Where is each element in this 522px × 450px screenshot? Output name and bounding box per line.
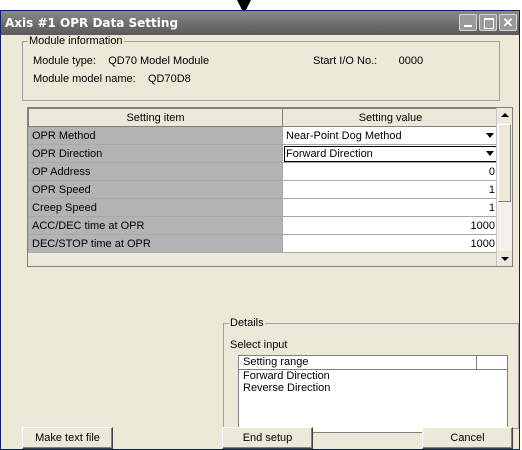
setting-value-input[interactable]: 1000 bbox=[282, 234, 499, 253]
close-icon: ✕ bbox=[502, 15, 514, 30]
minimize-icon bbox=[464, 25, 472, 27]
cancel-button[interactable]: Cancel bbox=[422, 427, 513, 449]
details-group: Details Select input Setting range Forwa… bbox=[223, 317, 519, 433]
setting-item-cell: OPR Speed bbox=[28, 180, 283, 199]
module-model-row: Module model name: QD70D8 bbox=[33, 73, 191, 85]
make-text-file-button[interactable]: Make text file bbox=[22, 427, 113, 449]
setting-value-dropdown[interactable]: Near-Point Dog Method bbox=[282, 126, 499, 145]
module-type-value: QD70 Model Module bbox=[108, 55, 210, 67]
scroll-up-button[interactable] bbox=[497, 108, 512, 123]
setting-value-text: Near-Point Dog Method bbox=[286, 129, 402, 142]
module-information-legend: Module information bbox=[29, 35, 123, 47]
select-input-label: Select input bbox=[230, 339, 288, 351]
details-legend: Details bbox=[230, 317, 264, 329]
start-io-value: 0000 bbox=[398, 55, 424, 67]
table-row[interactable]: OP Address 0 bbox=[28, 162, 499, 181]
scroll-down-button[interactable] bbox=[497, 251, 512, 266]
minimize-button[interactable] bbox=[459, 14, 477, 31]
title-bar: Axis #1 OPR Data Setting ✕ bbox=[1, 11, 519, 35]
table-row[interactable]: ACC/DEC time at OPR 1000 bbox=[28, 216, 499, 235]
table-row[interactable]: Creep Speed 1 bbox=[28, 198, 499, 217]
setting-value-text: Forward Direction bbox=[286, 147, 373, 160]
opr-data-setting-window: Axis #1 OPR Data Setting ✕ Module inform… bbox=[0, 10, 520, 450]
setting-item-header[interactable]: Setting item bbox=[28, 108, 283, 127]
setting-range-header: Setting range bbox=[239, 356, 507, 370]
close-button[interactable]: ✕ bbox=[499, 14, 517, 31]
list-item[interactable]: Reverse Direction bbox=[239, 382, 507, 394]
setting-item-cell: DEC/STOP time at OPR bbox=[28, 234, 283, 253]
table-row[interactable]: DEC/STOP time at OPR 1000 bbox=[28, 234, 499, 253]
setting-item-cell: OPR Direction bbox=[28, 144, 283, 163]
list-item[interactable]: Forward Direction bbox=[239, 370, 507, 382]
setting-item-cell: ACC/DEC time at OPR bbox=[28, 216, 283, 235]
setting-value-input[interactable]: 1 bbox=[282, 180, 499, 199]
chevron-down-icon[interactable] bbox=[486, 151, 494, 156]
module-information-group: Module information Module type: QD70 Mod… bbox=[22, 35, 500, 101]
table-row[interactable]: OPR Direction Forward Direction bbox=[28, 144, 499, 163]
setting-value-input[interactable]: 1 bbox=[282, 198, 499, 217]
setting-item-cell: Creep Speed bbox=[28, 198, 283, 217]
setting-value-dropdown[interactable]: Forward Direction bbox=[282, 144, 499, 163]
module-model-label: Module model name: bbox=[33, 73, 136, 85]
maximize-button[interactable] bbox=[479, 14, 497, 31]
column-divider bbox=[476, 356, 477, 369]
arrow-up-icon bbox=[501, 113, 509, 117]
start-io-label: Start I/O No.: bbox=[313, 55, 378, 67]
maximize-icon bbox=[484, 18, 494, 29]
scroll-thumb[interactable] bbox=[498, 124, 511, 202]
start-io-row: Start I/O No.: 0000 bbox=[313, 55, 423, 67]
end-setup-button[interactable]: End setup bbox=[222, 427, 313, 449]
setting-value-header[interactable]: Setting value bbox=[282, 108, 499, 127]
chevron-down-icon[interactable] bbox=[486, 133, 494, 138]
module-type-label: Module type: bbox=[33, 55, 96, 67]
window-controls: ✕ bbox=[459, 14, 517, 31]
arrow-down-icon bbox=[501, 257, 509, 261]
setting-item-cell: OP Address bbox=[28, 162, 283, 181]
setting-value-input[interactable]: 1000 bbox=[282, 216, 499, 235]
table-row[interactable]: OPR Method Near-Point Dog Method bbox=[28, 126, 499, 145]
settings-grid: Setting item Setting value OPR Method Ne… bbox=[27, 107, 513, 267]
setting-value-input[interactable]: 0 bbox=[282, 162, 499, 181]
table-row[interactable]: OPR Speed 1 bbox=[28, 180, 499, 199]
window-title: Axis #1 OPR Data Setting bbox=[5, 16, 179, 30]
setting-range-list[interactable]: Setting range Forward Direction Reverse … bbox=[238, 355, 508, 433]
module-model-value: QD70D8 bbox=[147, 73, 191, 85]
setting-range-header-label: Setting range bbox=[243, 356, 309, 368]
module-type-row: Module type: QD70 Model Module bbox=[33, 55, 209, 67]
setting-item-cell: OPR Method bbox=[28, 126, 283, 145]
grid-vertical-scrollbar[interactable] bbox=[496, 108, 512, 266]
